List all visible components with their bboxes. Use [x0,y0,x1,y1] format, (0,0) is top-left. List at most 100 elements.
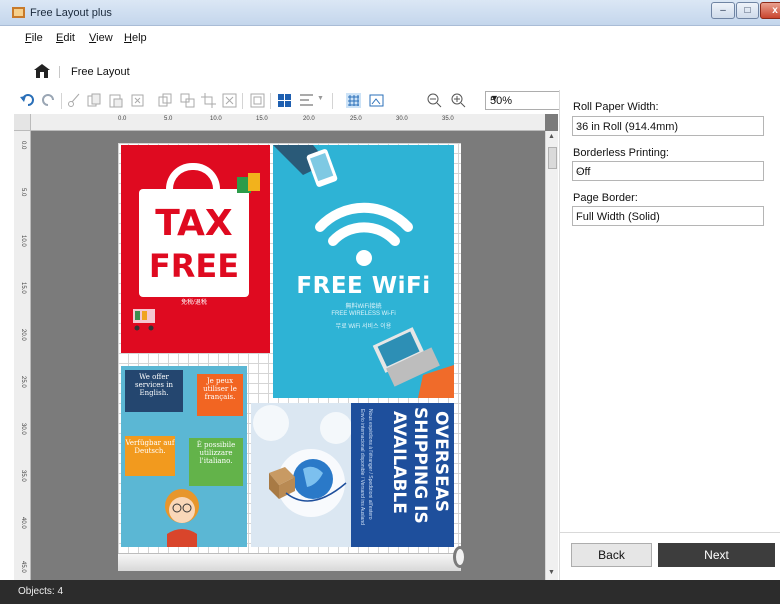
ruler-label: 15.0 [256,116,268,122]
back-button[interactable]: Back [571,543,652,567]
toolbar-divider [242,93,243,109]
horizontal-ruler: 0.0 5.0 10.0 15.0 20.0 25.0 30.0 35.0 [14,114,545,131]
wifi-caption: 無料WiFi接続 [345,304,382,310]
ruler-label: 20.0 [20,329,26,341]
objects-count: Objects: 4 [18,586,64,597]
ruler-label: 20.0 [303,116,315,122]
align-icon[interactable] [299,93,314,108]
menu-edit[interactable]: Edit [56,32,75,44]
gift-bag-icon [237,173,260,193]
close-button[interactable]: x [760,2,780,19]
roll-curl-icon [453,546,467,568]
undo-icon[interactable] [20,93,35,108]
ruler-label: 30.0 [20,423,26,435]
ruler-label: 40.0 [20,517,26,529]
image-view-icon[interactable] [369,93,384,108]
ruler-label: 10.0 [210,116,222,122]
crop-icon[interactable] [201,93,216,108]
roll-width-label: Roll Paper Width: [573,101,659,113]
panel-divider [560,532,780,533]
page-border-select[interactable]: Full Width (Solid) ⌄ [572,206,764,226]
shipping-banner: OVERSEAS SHIPPING IS AVAILABLE Nous expé… [351,403,454,547]
speech-bubble: Verfügbar auf Deutsch. [125,436,175,476]
ruler-label: 0.0 [20,141,26,150]
free-wifi-image[interactable]: FREE WiFi 無料WiFi接続 FREE WIRELESS Wi-Fi 무… [273,145,454,398]
cut-icon[interactable] [67,93,82,108]
chevron-down-icon[interactable]: ▼ [317,95,324,102]
page-border-label: Page Border: [573,192,638,204]
chevron-down-icon: ⌄ [576,211,583,220]
toolbar-divider [332,93,333,109]
ruler-label: 35.0 [442,116,454,122]
ruler-label: 10.0 [20,235,26,247]
ruler-label: 35.0 [20,470,26,482]
grid-view-icon[interactable] [346,93,361,108]
zoom-in-icon[interactable] [451,93,466,108]
menu-help[interactable]: Help [124,32,147,44]
ruler-label: 25.0 [20,376,26,388]
vertical-scrollbar[interactable]: ▲ ▼ [545,131,558,580]
scroll-up-icon[interactable]: ▲ [548,133,555,140]
borderless-select[interactable]: Off ⌄ [572,161,764,181]
menu-view[interactable]: View [89,32,113,44]
ruler-label: 45.0 [20,561,26,573]
wifi-title: FREE WiFi [296,273,431,299]
scrollbar-thumb[interactable] [548,147,557,169]
layout-icon[interactable] [277,93,292,108]
toolbar-divider [270,93,271,109]
breadcrumb-label: Free Layout [71,66,130,78]
speech-bubble: Je peux utiliser le français. [197,374,243,416]
shipping-caption: Nous expédions à l'étranger / Spedizioni… [367,409,373,520]
shopping-cart-icon [133,309,155,331]
wifi-artwork [273,145,454,398]
next-button[interactable]: Next [658,543,775,567]
arrange-icon[interactable] [180,93,195,108]
layout-canvas[interactable]: 0.0 5.0 10.0 15.0 20.0 25.0 30.0 35.0 0.… [14,114,558,580]
chevron-down-icon: ▼ [490,93,499,103]
fill-icon[interactable] [250,93,265,108]
shipping-title: OVERSEAS [431,411,451,513]
wifi-caption: FREE WIRELESS Wi-Fi [331,311,396,317]
delete-icon[interactable] [130,93,145,108]
ruler-label: 25.0 [350,116,362,122]
redo-icon[interactable] [41,93,56,108]
tax-free-subtitle: 免税/退税 [181,300,207,306]
ruler-label: 0.0 [118,116,127,122]
toolbar-divider [61,93,62,109]
ruler-label: 5.0 [164,116,173,122]
zoom-out-icon[interactable] [427,93,442,108]
breadcrumb-separator [59,66,60,78]
chevron-down-icon: ⌄ [576,166,583,175]
fit-icon[interactable] [222,93,237,108]
roll-width-select[interactable]: 36 in Roll (914.4mm) ⌄ [572,116,764,136]
ruler-label: 15.0 [20,282,26,294]
free-text: FREE [148,247,240,285]
ruler-corner [14,114,31,131]
paste-icon[interactable] [108,93,123,108]
ruler-label: 5.0 [20,188,26,197]
wifi-caption: 무료 WiFi 서비스 이용 [335,324,392,330]
shipping-title: SHIPPING IS [410,407,430,524]
toolbar: ▼ 50% ▼ [14,90,571,112]
menu-file[interactable]: File [25,32,43,44]
breadcrumb: Free Layout [0,58,780,84]
minimize-button[interactable]: – [711,2,735,19]
vertical-ruler: 0.0 5.0 10.0 15.0 20.0 25.0 30.0 35.0 40… [14,131,31,580]
ruler-label: 30.0 [396,116,408,122]
overseas-shipping-image[interactable]: OVERSEAS SHIPPING IS AVAILABLE Nous expé… [251,403,454,547]
languages-image[interactable]: We offer services in English. Je peux ut… [121,366,247,547]
title-bar: Free Layout plus – □ x [0,0,780,26]
speech-bubble: È possibile utilizzare l'italiano. [189,438,243,486]
copy-icon[interactable] [87,93,102,108]
home-icon[interactable] [34,64,50,78]
scroll-down-icon[interactable]: ▼ [548,569,555,576]
duplicate-icon[interactable] [158,93,173,108]
tax-free-image[interactable]: TAX FREE 免税/退税 [121,145,270,353]
roll-paper[interactable]: TAX FREE 免税/退税 FREE WiFi 無料WiFi接続 FREE W… [118,143,467,571]
shipping-title: AVAILABLE [389,411,409,514]
borderless-label: Borderless Printing: [573,147,669,159]
chevron-down-icon: ⌄ [576,121,583,130]
menu-bar: File Edit View Help [0,27,780,49]
maximize-button[interactable]: □ [736,2,759,19]
app-icon [12,7,25,18]
